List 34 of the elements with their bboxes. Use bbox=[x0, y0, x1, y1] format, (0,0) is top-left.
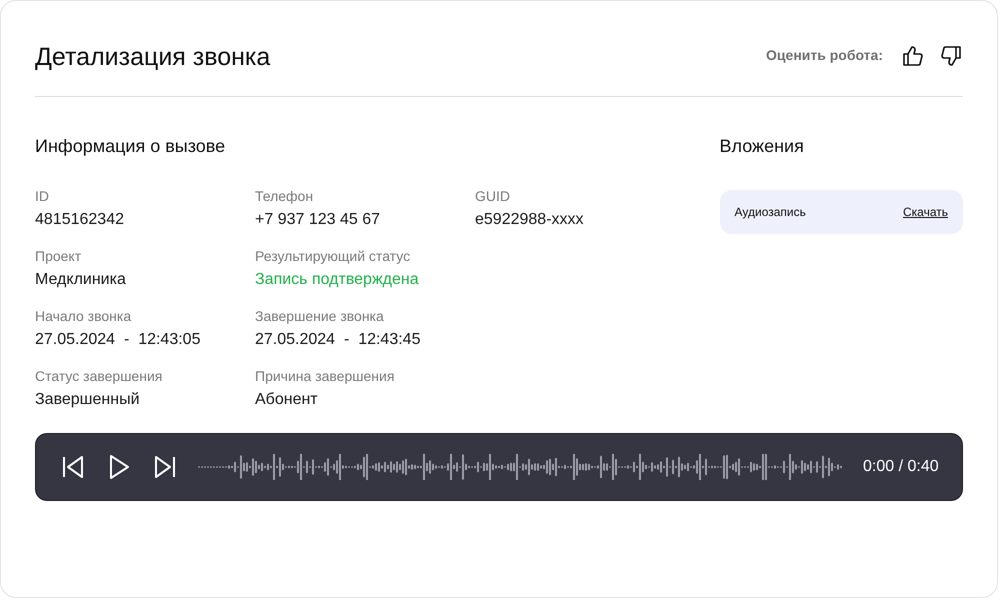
field-label: Причина завершения bbox=[255, 367, 396, 386]
field-value: 4815162342 bbox=[35, 210, 125, 230]
field-label: GUID bbox=[475, 187, 511, 206]
thumbs-down-button[interactable] bbox=[939, 44, 963, 68]
thumbs-down-icon bbox=[939, 44, 963, 68]
field-label: Телефон bbox=[255, 187, 314, 206]
field-label: Завершение звонка bbox=[255, 307, 385, 326]
field-label: Результирующий статус bbox=[255, 247, 412, 266]
rate-label: Оценить робота: bbox=[766, 46, 883, 65]
field-value: +7 937 123 45 67 bbox=[255, 210, 382, 230]
next-button[interactable] bbox=[152, 454, 178, 480]
field-value: Завершенный bbox=[35, 390, 141, 410]
field-value: Запись подтверждена bbox=[255, 270, 420, 290]
field-label: Начало звонка bbox=[35, 307, 132, 326]
field-value: Медклиника bbox=[35, 270, 127, 290]
field-value: Абонент bbox=[255, 390, 319, 410]
section-title: Вложения bbox=[720, 135, 805, 158]
section-title: Информация о вызове bbox=[35, 135, 226, 158]
skip-forward-icon bbox=[152, 454, 178, 480]
previous-button[interactable] bbox=[60, 454, 86, 480]
attachment-name: Аудиозапись bbox=[734, 204, 806, 221]
field-value: 27.05.2024 - 12:43:05 bbox=[35, 330, 202, 350]
page-title: Детализация звонка bbox=[35, 42, 270, 73]
field-label: Статус завершения bbox=[35, 367, 164, 386]
field-value: e5922988-xxxx bbox=[475, 210, 585, 230]
field-label: Проект bbox=[35, 247, 82, 266]
thumbs-up-button[interactable] bbox=[901, 44, 925, 68]
field-label: ID bbox=[35, 187, 50, 206]
playback-time: 0:00 / 0:40 bbox=[863, 457, 939, 477]
skip-back-icon bbox=[60, 454, 86, 480]
field-value: 27.05.2024 - 12:43:45 bbox=[255, 330, 422, 350]
download-link[interactable]: Скачать bbox=[903, 203, 948, 221]
waveform[interactable] bbox=[198, 454, 843, 480]
thumbs-up-icon bbox=[901, 44, 925, 68]
